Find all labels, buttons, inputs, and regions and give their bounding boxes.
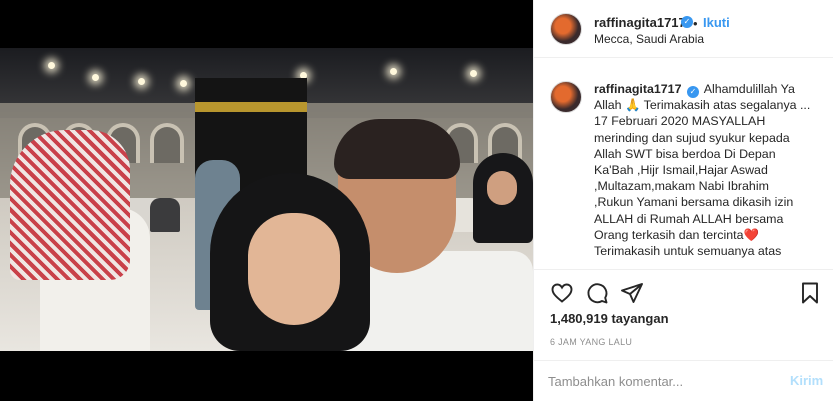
lamp [48, 62, 55, 69]
post-header: raffinagita1717 ✓ • Ikuti Mecca, Saudi A… [534, 0, 833, 58]
caption-area: raffinagita1717 ✓ Alhamdulillah Ya Allah… [534, 59, 833, 269]
view-count[interactable]: 1,480,919 tayangan [550, 311, 669, 326]
separator-dot: • [693, 16, 698, 31]
caption-line: Ka'Bah ,Hijr Ismail,Hajar Aswad [594, 163, 768, 178]
post-panel: raffinagita1717 ✓ • Ikuti Mecca, Saudi A… [533, 0, 833, 401]
header-username[interactable]: raffinagita1717 [594, 15, 686, 30]
post-actions: 1,480,919 tayangan 6 JAM YANG LALU Kirim [534, 269, 833, 399]
avatar[interactable] [550, 13, 582, 45]
bookmark-icon[interactable] [798, 281, 822, 305]
post-media[interactable] [0, 0, 533, 401]
caption-line: 17 Februari 2020 MASYALLAH [594, 114, 766, 129]
caption-line: ALLAH di Rumah ALLAH bersama [594, 211, 784, 226]
red-keffiyeh [10, 130, 130, 280]
comment-input[interactable] [548, 371, 768, 391]
verified-badge-icon: ✓ [686, 86, 699, 98]
caption-line: Terimakasih untuk semuanya atas [594, 244, 782, 259]
caption-line: ,Rukun Yamani bersama dikasih izin [594, 195, 794, 210]
lamp [180, 80, 187, 87]
lamp [470, 70, 477, 77]
caption-line: Allah SWT bisa berdoa Di Depan [594, 146, 776, 161]
caption-avatar[interactable] [550, 81, 582, 113]
caption-username[interactable]: raffinagita1717 [594, 82, 681, 96]
location-link[interactable]: Mecca, Saudi Arabia [594, 32, 704, 46]
caption-line: ,Multazam,makam Nabi Ibrahim [594, 179, 769, 194]
comment-icon[interactable] [585, 281, 609, 305]
caption-text: raffinagita1717 ✓ Alhamdulillah Ya Allah… [594, 81, 822, 259]
share-icon[interactable] [620, 281, 644, 305]
caption-line: Alhamdulillah Ya [703, 82, 795, 96]
person-keffiyeh [0, 130, 170, 351]
lamp [92, 74, 99, 81]
lamp [390, 68, 397, 75]
post-timestamp[interactable]: 6 JAM YANG LALU [550, 337, 632, 347]
video-frame[interactable] [0, 48, 533, 351]
follow-button[interactable]: Ikuti [703, 15, 730, 30]
verified-badge-icon: ✓ [681, 16, 693, 28]
man-hair [334, 119, 460, 179]
person-woman [210, 173, 380, 351]
caption-line: Orang terkasih dan tercinta❤️ [594, 227, 759, 242]
woman-face [248, 213, 340, 325]
caption-line: Allah 🙏 Terimakasih atas segalanya ... [594, 98, 811, 113]
comment-bar: Kirim [534, 360, 833, 401]
caption-line: merinding dan sujud syukur kepada [594, 130, 790, 145]
heart-icon[interactable] [550, 281, 574, 305]
lamp [138, 78, 145, 85]
post-comment-button[interactable]: Kirim [790, 373, 823, 388]
kaaba-gold-band [195, 102, 307, 112]
